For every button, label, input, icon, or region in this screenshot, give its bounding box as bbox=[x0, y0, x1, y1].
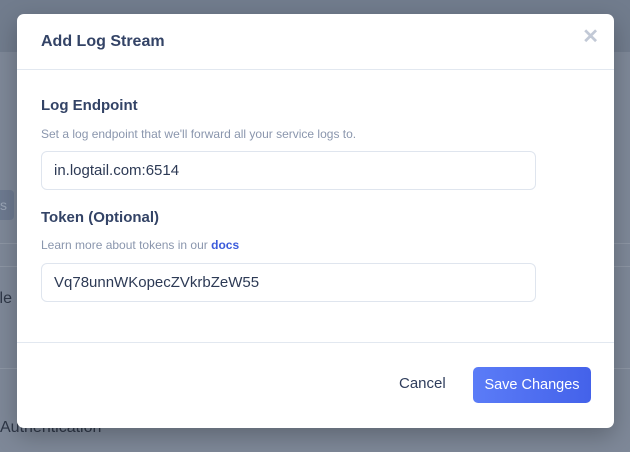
footer-divider bbox=[17, 342, 614, 343]
save-changes-button[interactable]: Save Changes bbox=[473, 367, 591, 403]
modal-title: Add Log Stream bbox=[41, 33, 165, 50]
token-help: Learn more about tokens in our docs bbox=[41, 238, 239, 252]
docs-link[interactable]: docs bbox=[211, 238, 239, 252]
close-icon[interactable]: ✕ bbox=[582, 24, 599, 49]
log-endpoint-input[interactable] bbox=[41, 151, 536, 190]
token-input[interactable] bbox=[41, 263, 536, 302]
modal-header: Add Log Stream ✕ bbox=[17, 14, 614, 70]
log-endpoint-help: Set a log endpoint that we'll forward al… bbox=[41, 127, 357, 141]
token-label: Token (Optional) bbox=[41, 209, 160, 226]
cancel-button[interactable]: Cancel bbox=[399, 375, 446, 392]
token-help-text: Learn more about tokens in our bbox=[41, 238, 212, 252]
background-text: ile bbox=[0, 290, 13, 307]
add-log-stream-modal: Add Log Stream ✕ Log Endpoint Set a log … bbox=[17, 14, 614, 428]
log-endpoint-label: Log Endpoint bbox=[41, 97, 138, 114]
background-button: s bbox=[0, 190, 14, 220]
